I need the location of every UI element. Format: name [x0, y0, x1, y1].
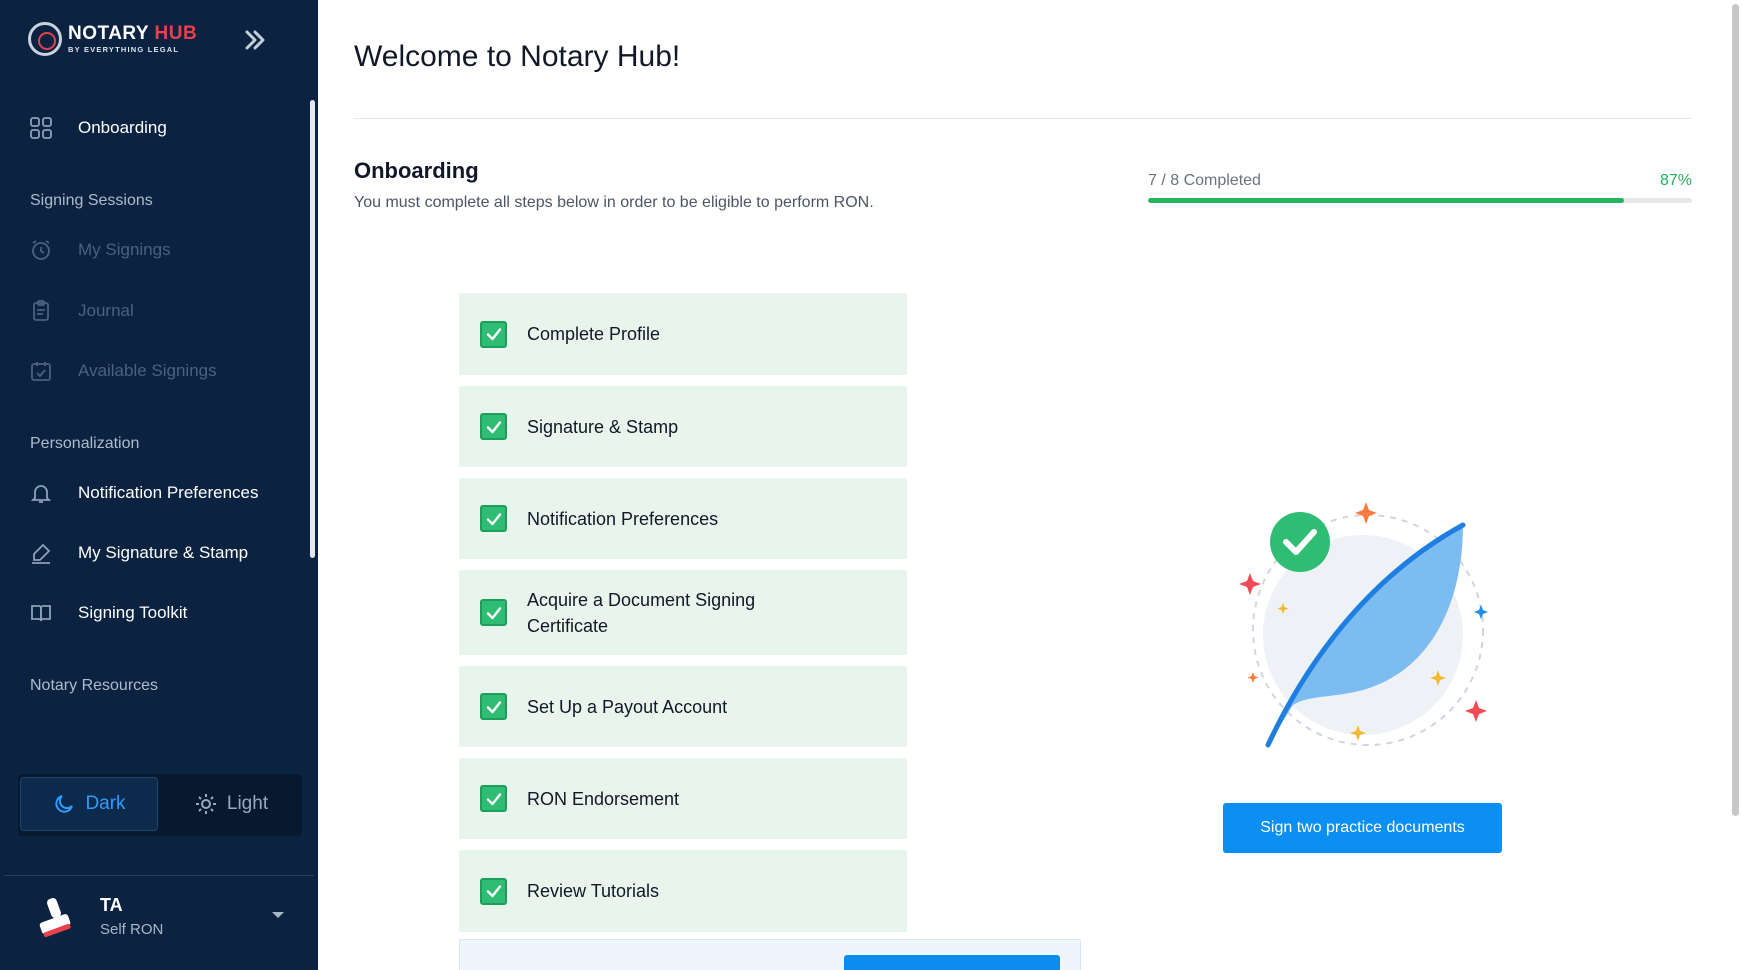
checkmark-icon — [486, 885, 501, 898]
calendar-check-icon — [28, 358, 54, 384]
checkmark-icon — [486, 700, 501, 713]
pen-signature-icon — [28, 540, 54, 566]
progress-track — [1148, 198, 1692, 203]
progress-fill — [1148, 198, 1624, 203]
stamp-avatar-icon — [39, 898, 71, 938]
step-action-button[interactable] — [844, 955, 1060, 970]
sidebar-item-signing-toolkit[interactable]: Signing Toolkit — [28, 600, 187, 626]
sidebar-item-available-signings[interactable]: Available Signings — [28, 358, 217, 384]
moon-icon — [55, 795, 74, 813]
onboarding-step[interactable]: Acquire a Document Signing Certificate — [459, 570, 907, 655]
theme-toggle: Dark Light — [18, 774, 302, 836]
header-divider — [354, 118, 1692, 119]
brand-title: NOTARY HUB — [68, 24, 197, 43]
page-title: Welcome to Notary Hub! — [354, 40, 681, 73]
checkmark-icon — [486, 328, 501, 341]
onboarding-grid-icon — [28, 115, 54, 141]
progress-percent: 87% — [1659, 172, 1692, 189]
onboarding-step[interactable]: Set Up a Payout Account — [459, 666, 907, 747]
brand-logo-group[interactable]: NOTARY HUB BY EVERYTHING LEGAL — [28, 22, 197, 56]
brand-logo-icon — [28, 22, 62, 56]
user-info: TA Self RON — [100, 895, 163, 938]
collapse-sidebar-button[interactable] — [240, 25, 270, 55]
theme-light-button[interactable]: Light — [162, 777, 300, 831]
brand-name-hub: HUB — [154, 23, 198, 45]
theme-dark-button[interactable]: Dark — [20, 777, 158, 831]
theme-dark-label: Dark — [85, 793, 126, 814]
user-initials: TA — [100, 894, 123, 915]
user-menu[interactable]: TA Self RON — [30, 890, 290, 942]
sun-icon — [195, 794, 216, 814]
sidebar-item-label: Journal — [78, 301, 134, 320]
sidebar-item-label: Available Signings — [78, 361, 217, 380]
section-label-personalization: Personalization — [30, 435, 140, 452]
progress-label: 7 / 8 Completed — [1148, 172, 1261, 189]
onboarding-steps-list: Complete Profile Signature & Stamp Notific… — [459, 293, 907, 943]
main-content: Welcome to Notary Hub! Onboarding You mu… — [318, 0, 1724, 970]
double-chevron-right-icon — [245, 30, 265, 50]
step-label: Notification Preferences — [527, 508, 719, 529]
brand-text: NOTARY HUB BY EVERYTHING LEGAL — [68, 24, 197, 54]
sidebar-item-label: Notification Preferences — [78, 483, 259, 502]
checkmark-icon — [486, 420, 501, 433]
checkmark-icon — [486, 512, 501, 525]
step-label: RON Endorsement — [527, 788, 680, 809]
onboarding-section-title: Onboarding — [354, 158, 479, 183]
brand-subtitle: BY EVERYTHING LEGAL — [68, 45, 180, 55]
onboarding-description: You must complete all steps below in ord… — [354, 194, 874, 211]
brand-name-notary: NOTARY — [68, 23, 149, 45]
chevron-down-icon[interactable] — [272, 912, 284, 918]
step-checkbox[interactable] — [480, 599, 507, 626]
step-label: Signature & Stamp — [527, 416, 679, 437]
page-scrollbar-thumb[interactable] — [1732, 4, 1739, 816]
step-checkbox[interactable] — [480, 505, 507, 532]
book-icon — [28, 600, 54, 626]
section-label-signing-sessions: Signing Sessions — [30, 192, 153, 209]
sidebar-item-label: Signing Toolkit — [78, 603, 188, 622]
sidebar-item-label: My Signings — [78, 240, 171, 259]
step-label: Complete Profile — [527, 324, 661, 344]
clipboard-icon — [28, 298, 54, 324]
sidebar: NOTARY HUB BY EVERYTHING LEGAL Onboardin… — [0, 0, 318, 970]
bell-icon — [28, 480, 54, 506]
alarm-clock-icon — [28, 237, 54, 263]
onboarding-step[interactable]: Notification Preferences — [459, 478, 907, 559]
sidebar-item-onboarding[interactable]: Onboarding — [28, 115, 167, 141]
onboarding-step-practice-documents — [459, 939, 1081, 970]
step-checkbox[interactable] — [480, 413, 507, 440]
step-checkbox[interactable] — [480, 785, 507, 812]
sidebar-scrollbar[interactable] — [310, 100, 315, 558]
app-window: NOTARY HUB BY EVERYTHING LEGAL Onboardin… — [0, 0, 1742, 970]
step-checkbox[interactable] — [480, 877, 507, 905]
step-label: Set Up a Payout Account — [527, 696, 728, 717]
sidebar-item-signature-stamp[interactable]: My Signature & Stamp — [28, 540, 248, 566]
theme-light-label: Light — [226, 793, 269, 814]
section-label-notary-resources: Notary Resources — [30, 677, 159, 694]
onboarding-step[interactable]: RON Endorsement — [459, 758, 907, 839]
checkmark-icon — [486, 606, 501, 619]
user-role: Self RON — [100, 920, 164, 938]
sidebar-item-notification-preferences[interactable]: Notification Preferences — [28, 480, 258, 506]
sidebar-item-label: Onboarding — [78, 118, 167, 137]
sign-practice-documents-button[interactable]: Sign two practice documents — [1223, 803, 1502, 853]
user-divider — [4, 875, 314, 876]
sidebar-item-journal[interactable]: Journal — [28, 298, 134, 324]
onboarding-progress: 7 / 8 Completed 87% — [1148, 172, 1692, 203]
page-scrollbar[interactable] — [1728, 0, 1742, 970]
onboarding-step[interactable]: Review Tutorials — [459, 850, 907, 932]
step-label: Acquire a Document Signing Certificate — [527, 589, 756, 636]
checkmark-icon — [486, 792, 501, 805]
sidebar-item-my-signings[interactable]: My Signings — [28, 237, 171, 263]
step-checkbox[interactable] — [480, 320, 507, 348]
sidebar-item-label: My Signature & Stamp — [78, 543, 249, 562]
onboarding-step[interactable]: Complete Profile — [459, 293, 907, 375]
step-label: Review Tutorials — [527, 881, 660, 901]
step-checkbox[interactable] — [480, 693, 507, 720]
feather-illustration — [1239, 502, 1488, 748]
onboarding-step[interactable]: Signature & Stamp — [459, 386, 907, 467]
